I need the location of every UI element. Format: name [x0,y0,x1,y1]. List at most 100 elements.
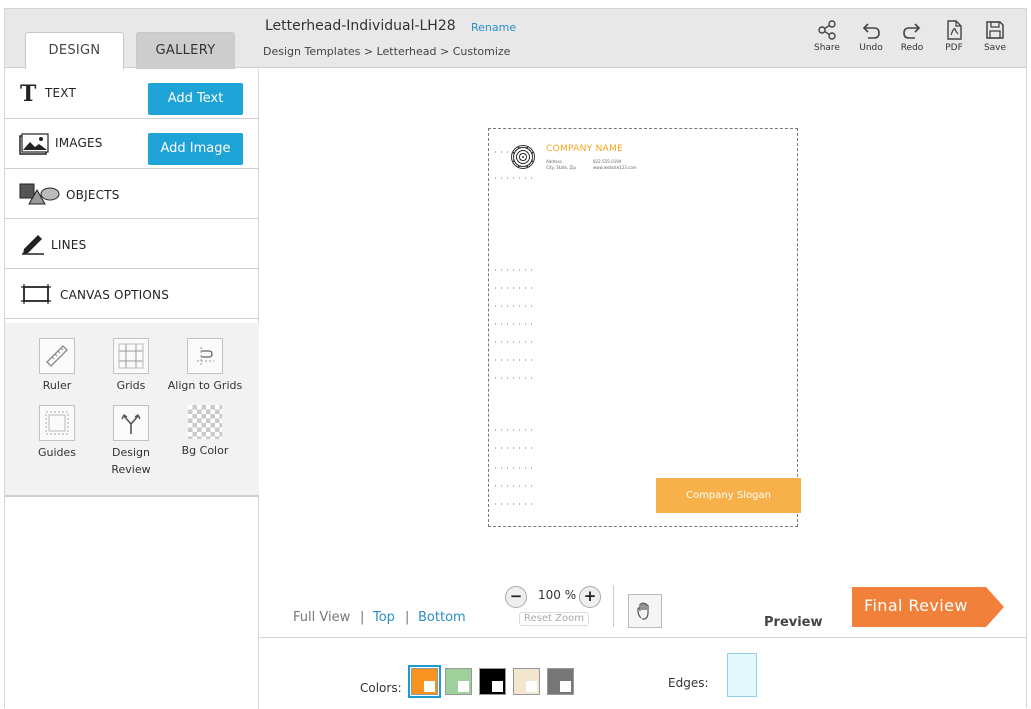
undo-button[interactable]: Undo [851,19,891,53]
ruler-icon [39,338,75,374]
align-label: Align to Grids [167,379,243,392]
save-label: Save [983,43,1007,53]
canvas-options-panel: Ruler Grids Align to Grids Guides Design… [5,323,259,497]
hand-icon [637,602,649,620]
save-button[interactable]: Save [975,19,1015,53]
grid-dots [495,485,535,487]
pen-icon [22,235,44,255]
save-icon [986,21,1004,39]
grid-dots [495,177,535,179]
grid-dots [495,323,535,325]
guides-option[interactable]: Guides [17,405,97,461]
align-grid-icon [187,338,223,374]
app-window: DESIGN GALLERY Letterhead-Individual-LH2… [4,8,1027,709]
company-slogan-box[interactable]: Company Slogan [656,478,801,513]
grid-dots [495,359,535,361]
pan-tool-button[interactable] [628,594,662,628]
bottom-toolbar [259,637,1026,709]
text-icon: T [20,81,37,107]
final-review-button[interactable]: Final Review [852,587,1004,627]
guides-icon [39,405,75,441]
grid-dots [495,377,535,379]
header-bar: DESIGN GALLERY Letterhead-Individual-LH2… [5,9,1026,70]
text-section[interactable]: T TEXT Add Text [5,69,259,119]
letterhead-canvas[interactable]: COMPANY NAME Address City, State, Zip 92… [488,128,801,527]
grids-option[interactable]: Grids [91,338,171,394]
redo-label: Redo [900,43,924,53]
tab-design[interactable]: DESIGN [25,32,124,70]
phone-text[interactable]: 922-555-0194 [593,159,621,164]
lines-section[interactable]: LINES [5,219,259,269]
bottom-view-link[interactable]: Bottom [418,610,466,625]
grid-dots [495,151,509,153]
images-icon [19,133,49,155]
final-review-label: Final Review [864,596,968,615]
company-logo[interactable] [511,145,535,169]
divider [613,585,614,627]
document-title: Letterhead-Individual-LH28 [265,18,456,34]
align-to-grids-option[interactable]: Align to Grids [165,338,245,394]
zoom-in-button[interactable]: + [579,586,601,608]
website-text[interactable]: www.website123.com [593,165,637,170]
zoom-level: 100 % [538,588,577,602]
pdf-button[interactable]: PDF [934,19,974,53]
color-swatch-gray[interactable] [547,668,574,695]
view-separator: | [360,610,365,625]
bg-color-option[interactable]: Bg Color [165,405,245,459]
objects-label: OBJECTS [66,188,120,202]
color-swatch-cream[interactable] [513,668,540,695]
text-label: TEXT [45,86,77,100]
reset-zoom-button[interactable]: Reset Zoom [519,612,589,626]
rename-link[interactable]: Rename [471,21,516,34]
canvas-icon [21,284,51,304]
undo-icon [862,23,880,39]
grid-dots [495,503,535,505]
add-image-button[interactable]: Add Image [148,133,243,165]
undo-label: Undo [859,43,883,53]
ruler-label: Ruler [42,379,72,392]
pdf-icon [947,20,962,40]
color-swatch-black[interactable] [479,668,506,695]
lines-label: LINES [51,238,87,252]
edges-label: Edges: [668,676,709,690]
full-view-link[interactable]: Full View [293,610,350,625]
company-name-text[interactable]: COMPANY NAME [546,144,623,154]
pdf-label: PDF [945,43,963,53]
redo-button[interactable]: Redo [892,19,932,53]
shapes-icon [19,183,60,205]
guides-label: Guides [37,446,77,459]
left-panel: T TEXT Add Text IMAGES Add Image OBJECTS… [5,69,259,709]
grid-icon [113,338,149,374]
tab-gallery[interactable]: GALLERY [136,32,235,69]
images-section[interactable]: IMAGES Add Image [5,119,259,169]
color-swatch-orange[interactable] [408,665,441,698]
grid-dots [495,269,535,271]
grid-dots [495,341,535,343]
grid-dots [495,429,535,431]
canvas-options-label: CANVAS OPTIONS [60,288,170,302]
edge-option[interactable] [727,653,757,697]
bg-color-label: Bg Color [181,444,229,457]
city-text[interactable]: City, State, Zip [546,165,576,170]
add-text-button[interactable]: Add Text [148,83,243,115]
canvas-options-section[interactable]: CANVAS OPTIONS [5,269,259,319]
top-view-link[interactable]: Top [373,610,395,625]
address-text[interactable]: Address [546,159,562,164]
zoom-out-button[interactable]: − [505,586,527,608]
grid-dots [495,305,535,307]
grid-dots [495,447,535,449]
color-swatch-green[interactable] [445,668,472,695]
share-icon [818,20,836,40]
grid-dots [495,287,535,289]
transparency-icon [188,405,222,439]
images-label: IMAGES [55,136,103,150]
objects-section[interactable]: OBJECTS [5,169,259,219]
ruler-option[interactable]: Ruler [17,338,97,394]
grid-dots [495,467,535,469]
design-review-option[interactable]: Design Review [91,405,171,478]
preview-label[interactable]: Preview [764,615,823,630]
view-separator: | [405,610,410,625]
redo-icon [903,23,921,39]
share-button[interactable]: Share [807,19,847,53]
design-review-icon [113,405,149,441]
